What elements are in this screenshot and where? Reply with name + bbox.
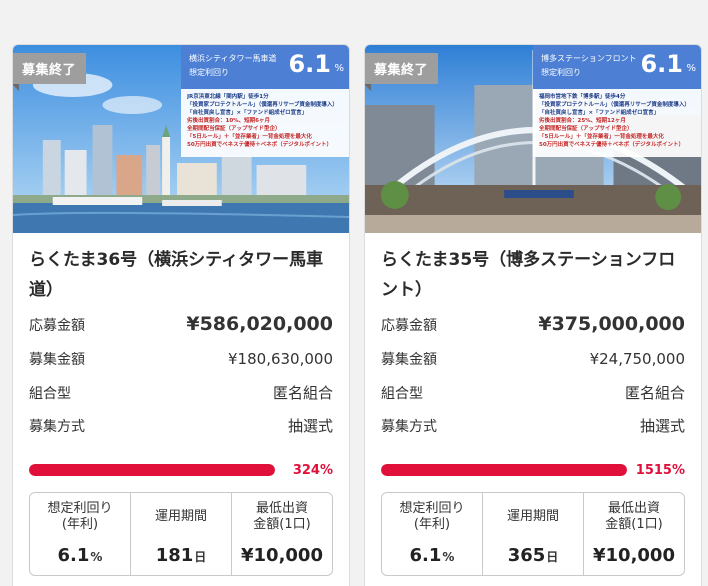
offering-method: 抽選式 <box>287 417 333 435</box>
overlay-line: 「投資家プロテクトルール」（僕還再リサーブ資金制度導入） <box>539 102 690 108</box>
overlay-line: 「投資家プロテクトルール」（僕還再リサーブ資金制度導入） <box>187 102 338 108</box>
status-badge: 募集終了 <box>365 53 439 91</box>
overlay-line: JR京浜東北線「関内駅」徒歩1分 <box>187 94 269 100</box>
row-label: 募集方式 <box>381 419 437 435</box>
progress-fill <box>381 464 627 476</box>
stat-label: 想定利回り <box>47 501 113 516</box>
overlay-line: 50万円出資でベネステ優待＋ベネボ（デジタルポイント） <box>187 142 333 148</box>
stat-label: 運用期間 <box>506 509 559 524</box>
stat-label-sub: 金額(1口) <box>253 517 311 532</box>
row-label: 応募金額 <box>29 318 85 334</box>
progress-fill <box>29 464 275 476</box>
stat-value: 6.1 <box>409 545 442 566</box>
stat-unit: 日 <box>546 550 559 564</box>
stat-value: 6.1 <box>57 545 90 566</box>
stat-period: 運用期間 365日 <box>482 493 583 575</box>
funding-progress: 1515% <box>381 460 685 480</box>
overlay-line: 全期間配当保証（アップサイド型企） <box>187 126 281 132</box>
progress-percent: 1515% <box>635 462 685 478</box>
yield-overlay: 横浜シティタワー馬車道 想定利回り 6.1 % JR京浜東北線「関内駅」徒歩1分… <box>181 45 349 157</box>
partnership-type: 匿名組合 <box>272 384 333 402</box>
row-label: 募集金額 <box>381 352 437 368</box>
progress-bar <box>381 464 627 476</box>
row-label: 募集方式 <box>29 419 85 435</box>
progress-bar <box>29 464 275 476</box>
stat-unit: % <box>90 550 103 564</box>
stat-value: ¥10,000 <box>241 545 323 566</box>
overlay-line: 劣後出資割合：25%、短期12ヶ月 <box>539 118 626 124</box>
fund-card-36[interactable]: 募集終了 横浜シティタワー馬車道 想定利回り 6.1 % JR京浜東北線「関内駅… <box>12 44 350 586</box>
overlay-line: 全期間配当保証（アップサイド型企） <box>539 126 633 132</box>
overlay-line: 劣後出資割合：10%、短期6ヶ月 <box>187 118 270 124</box>
property-photo[interactable]: 募集終了 横浜シティタワー馬車道 想定利回り 6.1 % JR京浜東北線「関内駅… <box>13 45 349 233</box>
stat-value: ¥10,000 <box>593 545 675 566</box>
row-label: 募集金額 <box>29 352 85 368</box>
stat-min-investment: 最低出資 金額(1口) ¥10,000 <box>231 493 332 575</box>
applied-amount-row: 応募金額 ¥375,000,000 <box>381 313 685 349</box>
stat-unit: 日 <box>194 550 207 564</box>
fund-title[interactable]: らくたま35号（博多ステーションフロント） <box>381 245 685 305</box>
applied-amount: ¥375,000,000 <box>538 313 685 335</box>
stat-label: 最低出資 <box>607 501 660 516</box>
stat-value: 365 <box>507 545 546 566</box>
offering-method-row: 募集方式 抽選式 <box>381 415 685 448</box>
partnership-type: 匿名組合 <box>624 384 685 402</box>
overlay-line: 「自社買戻し宣言」×「ファンド組成ゼロ宣言」 <box>539 110 660 116</box>
offering-amount-row: 募集金額 ¥180,630,000 <box>29 349 333 382</box>
offering-amount: ¥24,750,000 <box>589 350 685 368</box>
overlay-rate-unit: % <box>686 63 696 74</box>
progress-percent: 324% <box>292 462 333 478</box>
stat-yield: 想定利回り (年利) 6.1% <box>382 493 482 575</box>
fund-stats-box: 想定利回り (年利) 6.1% 運用期間 181日 最低出資 金額(1口) ¥10,… <box>29 492 333 576</box>
partnership-type-row: 組合型 匿名組合 <box>29 382 333 415</box>
offering-method-row: 募集方式 抽選式 <box>29 415 333 448</box>
overlay-rate: 6.1 <box>640 50 683 78</box>
offering-method: 抽選式 <box>639 417 685 435</box>
overlay-line: 「5日ルール」＋「並存業者」一背金処理を最大化 <box>187 134 312 140</box>
overlay-rate-unit: % <box>334 63 344 74</box>
applied-amount-row: 応募金額 ¥586,020,000 <box>29 313 333 349</box>
stat-label: 運用期間 <box>154 509 207 524</box>
stat-yield: 想定利回り (年利) 6.1% <box>30 493 130 575</box>
stat-label-sub: (年利) <box>61 517 99 532</box>
applied-amount: ¥586,020,000 <box>186 313 333 335</box>
funding-progress: 324% <box>29 460 333 480</box>
row-label: 組合型 <box>381 386 423 402</box>
overlay-line: 福岡市営地下鉄「博多駅」徒歩4分 <box>539 94 626 100</box>
stat-min-investment: 最低出資 金額(1口) ¥10,000 <box>583 493 684 575</box>
row-label: 組合型 <box>29 386 71 402</box>
yield-overlay: 博多ステーションフロント 想定利回り 6.1 % 福岡市営地下鉄「博多駅」徒歩4… <box>533 45 701 157</box>
stat-label: 想定利回り <box>399 501 465 516</box>
partnership-type-row: 組合型 匿名組合 <box>381 382 685 415</box>
stat-period: 運用期間 181日 <box>130 493 231 575</box>
offering-amount: ¥180,630,000 <box>228 350 333 368</box>
stat-unit: % <box>442 550 455 564</box>
stat-label-sub: (年利) <box>413 517 451 532</box>
property-photo[interactable]: 募集終了 博多ステーションフロント 想定利回り 6.1 % 福岡市営地下鉄「博多… <box>365 45 701 233</box>
row-label: 応募金額 <box>381 318 437 334</box>
overlay-line: 50万円出資でベネステ優待＋ベネボ（デジタルポイント） <box>539 142 685 148</box>
offering-amount-row: 募集金額 ¥24,750,000 <box>381 349 685 382</box>
fund-card-35[interactable]: 募集終了 博多ステーションフロント 想定利回り 6.1 % 福岡市営地下鉄「博多… <box>364 44 702 586</box>
fund-title[interactable]: らくたま36号（横浜シティタワー馬車道） <box>29 245 333 305</box>
overlay-rate: 6.1 <box>288 50 331 78</box>
stat-value: 181 <box>155 545 194 566</box>
stat-label-sub: 金額(1口) <box>605 517 663 532</box>
overlay-line: 「5日ルール」＋「並存業者」一背金処理を最大化 <box>539 134 664 140</box>
overlay-line: 「自社買戻し宣言」×「ファンド組成ゼロ宣言」 <box>187 110 308 116</box>
fund-stats-box: 想定利回り (年利) 6.1% 運用期間 365日 最低出資 金額(1口) ¥10,… <box>381 492 685 576</box>
status-badge: 募集終了 <box>13 53 87 91</box>
stat-label: 最低出資 <box>255 501 308 516</box>
